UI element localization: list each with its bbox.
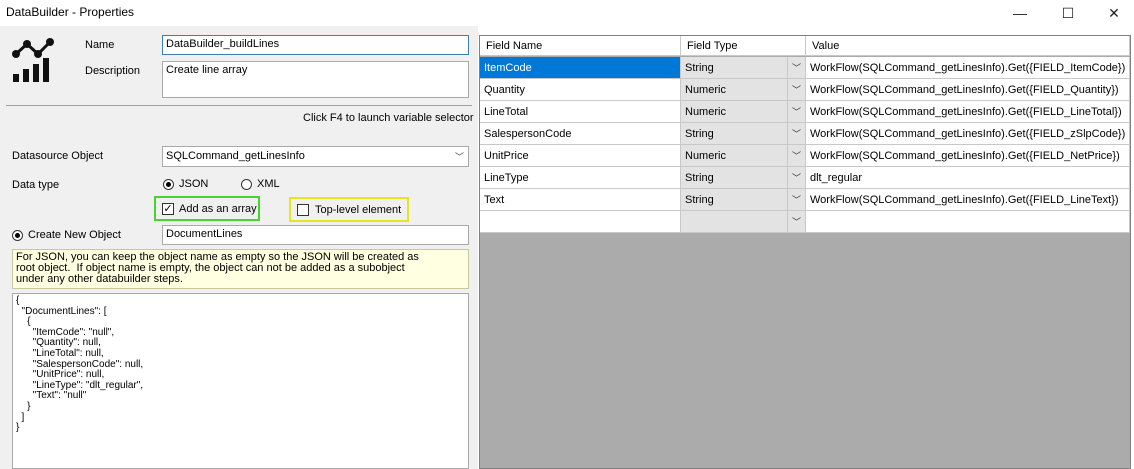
field-type-cell[interactable]: String ﹀ bbox=[681, 57, 806, 79]
top-level-checkbox[interactable]: Top-level element bbox=[297, 204, 401, 216]
top-level-label: Top-level element bbox=[315, 204, 402, 216]
object-name-input[interactable]: DocumentLines bbox=[162, 225, 469, 245]
field-type-cell[interactable]: Numeric ﹀ bbox=[681, 101, 806, 123]
title-bar: DataBuilder - Properties — ☐ ✕ bbox=[0, 0, 1134, 26]
databuilder-logo-icon bbox=[12, 38, 54, 82]
create-new-object-label: Create New Object bbox=[28, 229, 121, 241]
create-new-object-radio[interactable]: Create New Object bbox=[12, 229, 121, 241]
field-type-cell[interactable]: ﹀ bbox=[681, 211, 806, 233]
field-name-cell[interactable]: UnitPrice bbox=[480, 145, 681, 167]
json-preview[interactable]: { "DocumentLines": [ { "ItemCode": "null… bbox=[12, 293, 469, 469]
column-header-field-name[interactable]: Field Name bbox=[480, 36, 681, 56]
field-type-value: String bbox=[685, 128, 714, 140]
value-cell[interactable]: WorkFlow(SQLCommand_getLinesInfo).Get({F… bbox=[806, 145, 1130, 167]
field-name-cell[interactable]: SalespersonCode bbox=[480, 123, 681, 145]
field-type-cell[interactable]: Numeric ﹀ bbox=[681, 145, 806, 167]
radio-selected-icon bbox=[12, 229, 23, 241]
description-input[interactable]: Create line array bbox=[162, 61, 469, 98]
chevron-down-icon: ﹀ bbox=[454, 152, 464, 162]
chevron-down-icon[interactable]: ﹀ bbox=[787, 101, 805, 122]
chevron-down-icon[interactable]: ﹀ bbox=[787, 167, 805, 188]
value-cell[interactable]: WorkFlow(SQLCommand_getLinesInfo).Get({F… bbox=[806, 101, 1130, 123]
field-name-cell[interactable]: Quantity bbox=[480, 79, 681, 101]
field-type-value: String bbox=[685, 62, 714, 74]
field-name-cell[interactable]: LineTotal bbox=[480, 101, 681, 123]
field-name-cell[interactable]: ItemCode bbox=[480, 57, 681, 79]
description-label: Description bbox=[85, 65, 141, 77]
field-type-value: String bbox=[685, 194, 714, 206]
name-input[interactable]: DataBuilder_buildLines bbox=[162, 35, 469, 55]
field-type-cell[interactable]: String ﹀ bbox=[681, 167, 806, 189]
maximize-icon: ☐ bbox=[1061, 4, 1075, 21]
column-header-field-type[interactable]: Field Type bbox=[681, 36, 806, 56]
radio-unselected-icon bbox=[241, 178, 252, 190]
column-header-value[interactable]: Value bbox=[806, 36, 1130, 56]
value-cell[interactable]: WorkFlow(SQLCommand_getLinesInfo).Get({F… bbox=[806, 79, 1130, 101]
datasource-label: Datasource Object bbox=[12, 150, 104, 162]
table-row[interactable]: LineTotal Numeric ﹀ WorkFlow(SQLCommand_g… bbox=[480, 101, 1130, 123]
datatype-xml-label: XML bbox=[257, 178, 280, 190]
window-title: DataBuilder - Properties bbox=[6, 5, 135, 19]
table-row[interactable]: UnitPrice Numeric ﹀ WorkFlow(SQLCommand_g… bbox=[480, 145, 1130, 167]
field-name-cell[interactable] bbox=[480, 211, 681, 233]
field-type-value: Numeric bbox=[685, 150, 726, 162]
field-name-cell[interactable]: Text bbox=[480, 189, 681, 211]
datasource-value: SQLCommand_getLinesInfo bbox=[166, 150, 305, 162]
datatype-xml-radio[interactable]: XML bbox=[241, 178, 280, 190]
value-cell[interactable]: WorkFlow(SQLCommand_getLinesInfo).Get({F… bbox=[806, 123, 1130, 145]
checkbox-unchecked-icon bbox=[297, 204, 309, 216]
table-row[interactable]: ItemCode String ﹀ WorkFlow(SQLCommand_get… bbox=[480, 57, 1130, 79]
checkbox-checked-icon: ✓ bbox=[162, 203, 174, 215]
close-icon: ✕ bbox=[1108, 4, 1120, 21]
field-type-value: Numeric bbox=[685, 106, 726, 118]
table-row[interactable]: LineType String ﹀ dlt_regular bbox=[480, 167, 1130, 189]
field-type-value: String bbox=[685, 172, 714, 184]
variable-selector-hint: Click F4 to launch variable selector bbox=[303, 112, 474, 124]
properties-panel: Name DataBuilder_buildLines Description … bbox=[0, 26, 478, 469]
radio-selected-icon bbox=[163, 178, 174, 190]
value-cell[interactable]: dlt_regular bbox=[806, 167, 1130, 189]
maximize-button[interactable]: ☐ bbox=[1045, 0, 1091, 26]
name-label: Name bbox=[85, 39, 115, 51]
datatype-label: Data type bbox=[12, 179, 60, 191]
add-array-label: Add as an array bbox=[179, 203, 257, 215]
json-info-note: For JSON, you can keep the object name a… bbox=[12, 249, 469, 289]
datatype-json-label: JSON bbox=[179, 178, 209, 190]
minimize-button[interactable]: — bbox=[997, 0, 1043, 26]
chevron-down-icon[interactable]: ﹀ bbox=[787, 189, 805, 210]
datasource-select[interactable]: SQLCommand_getLinesInfo ﹀ bbox=[162, 146, 469, 167]
table-row[interactable]: Text String ﹀ WorkFlow(SQLCommand_getLine… bbox=[480, 189, 1130, 211]
chevron-down-icon[interactable]: ﹀ bbox=[787, 57, 805, 78]
table-row[interactable]: Quantity Numeric ﹀ WorkFlow(SQLCommand_ge… bbox=[480, 79, 1130, 101]
separator bbox=[6, 105, 472, 106]
value-cell[interactable]: WorkFlow(SQLCommand_getLinesInfo).Get({F… bbox=[806, 57, 1130, 79]
value-cell[interactable] bbox=[806, 211, 1130, 233]
field-type-cell[interactable]: String ﹀ bbox=[681, 189, 806, 211]
field-type-value: Numeric bbox=[685, 84, 726, 96]
field-name-cell[interactable]: LineType bbox=[480, 167, 681, 189]
chevron-down-icon[interactable]: ﹀ bbox=[787, 211, 805, 232]
chevron-down-icon[interactable]: ﹀ bbox=[787, 79, 805, 100]
value-cell[interactable]: WorkFlow(SQLCommand_getLinesInfo).Get({F… bbox=[806, 189, 1130, 211]
table-row-new[interactable]: ﹀ bbox=[480, 211, 1130, 233]
datatype-json-radio[interactable]: JSON bbox=[163, 178, 208, 190]
close-button[interactable]: ✕ bbox=[1091, 0, 1134, 26]
chevron-down-icon[interactable]: ﹀ bbox=[787, 123, 805, 144]
minimize-icon: — bbox=[1013, 5, 1027, 21]
fields-grid: Field Name Field Type Value ItemCode Str… bbox=[479, 35, 1131, 469]
add-array-checkbox[interactable]: ✓ Add as an array bbox=[162, 203, 257, 215]
chevron-down-icon[interactable]: ﹀ bbox=[787, 145, 805, 166]
field-type-cell[interactable]: Numeric ﹀ bbox=[681, 79, 806, 101]
field-type-cell[interactable]: String ﹀ bbox=[681, 123, 806, 145]
table-row[interactable]: SalespersonCode String ﹀ WorkFlow(SQLComm… bbox=[480, 123, 1130, 145]
